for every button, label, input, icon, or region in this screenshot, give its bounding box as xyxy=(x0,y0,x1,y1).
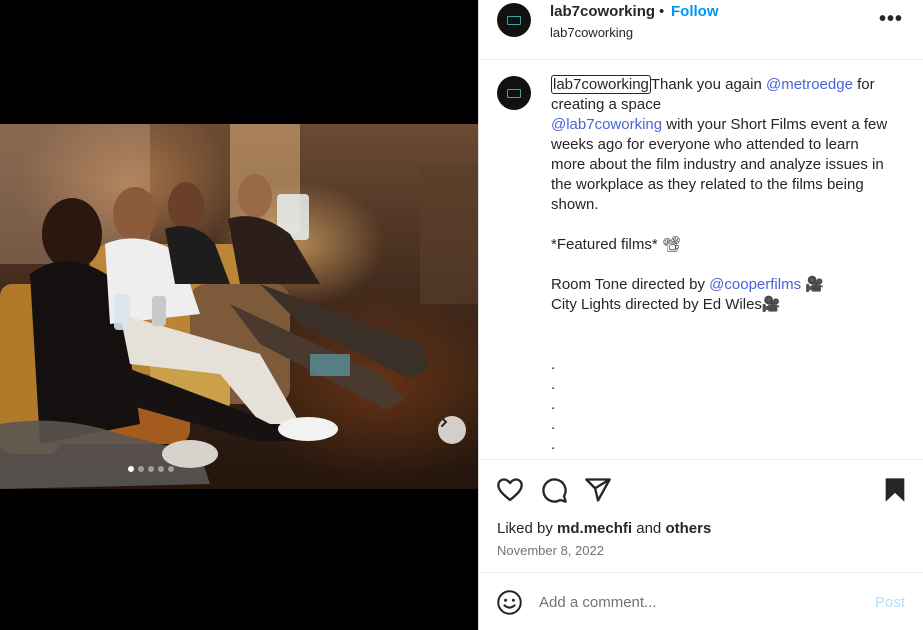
caption-text: lab7coworking Thank you again @metroedge … xyxy=(551,75,896,455)
dot-line: . xyxy=(551,416,556,433)
share-icon[interactable] xyxy=(584,476,612,504)
caption-line: Thank you again xyxy=(650,76,766,93)
mention-link[interactable]: @metroedge xyxy=(766,76,853,93)
bookmark-icon[interactable] xyxy=(881,476,909,504)
caption-area: lab7coworking Thank you again @metroedge … xyxy=(479,61,923,459)
emoji-icon[interactable] xyxy=(496,589,523,616)
dot-line: . xyxy=(551,396,556,413)
likes-summary: Liked by md.mechfi and others xyxy=(497,520,711,537)
logo-icon xyxy=(507,15,521,25)
photo-illustration xyxy=(0,124,478,489)
avatar[interactable] xyxy=(497,3,531,37)
carousel-dot xyxy=(158,466,164,472)
media-pane xyxy=(0,0,478,630)
likes-and: and xyxy=(632,520,666,537)
carousel-dot xyxy=(128,466,134,472)
dot-line: . xyxy=(551,436,556,453)
chevron-right-icon xyxy=(441,417,448,427)
follow-button[interactable]: Follow xyxy=(671,3,719,20)
post-date: November 8, 2022 xyxy=(497,543,604,558)
caption-username[interactable]: lab7coworking xyxy=(551,75,651,94)
film-line: City Lights directed by Ed Wiles🎥 xyxy=(551,296,781,313)
next-slide-button[interactable] xyxy=(438,416,466,444)
film-line: Room Tone directed by @cooperfilms 🎥 xyxy=(551,275,896,295)
author-username[interactable]: lab7coworking xyxy=(550,3,655,20)
mention-link[interactable]: @cooperfilms xyxy=(709,276,801,293)
separator: • xyxy=(659,3,665,20)
carousel-dot xyxy=(168,466,174,472)
comment-icon[interactable] xyxy=(540,476,568,504)
post-header: lab7coworking • Follow lab7coworking ••• xyxy=(479,0,923,60)
comment-bar: Post xyxy=(479,572,923,630)
likes-prefix: Liked by xyxy=(497,520,558,537)
carousel-indicator xyxy=(128,466,174,472)
avatar[interactable] xyxy=(497,76,531,110)
post-pane: lab7coworking • Follow lab7coworking •••… xyxy=(478,0,923,630)
dot-line: . xyxy=(551,356,556,373)
dot-line: . xyxy=(551,376,556,393)
post-photo xyxy=(0,124,478,489)
carousel-dot xyxy=(138,466,144,472)
liked-by-user[interactable]: md.mechfi xyxy=(557,520,632,537)
heart-icon[interactable] xyxy=(496,476,524,504)
carousel-dot xyxy=(148,466,154,472)
featured-films-label: *Featured films* 📽 xyxy=(551,236,681,253)
action-bar: Liked by md.mechfi and others November 8… xyxy=(479,459,923,572)
comment-input[interactable] xyxy=(539,590,839,614)
film-emoji: 🎥 xyxy=(801,276,824,293)
film-text: Room Tone directed by xyxy=(551,276,710,293)
more-options-icon[interactable]: ••• xyxy=(879,8,903,31)
logo-icon xyxy=(507,88,521,98)
mention-link[interactable]: @lab7coworking xyxy=(551,116,662,133)
post-comment-button[interactable]: Post xyxy=(875,594,905,611)
likes-others[interactable]: others xyxy=(665,520,711,537)
author-subtitle: lab7coworking xyxy=(550,25,634,40)
